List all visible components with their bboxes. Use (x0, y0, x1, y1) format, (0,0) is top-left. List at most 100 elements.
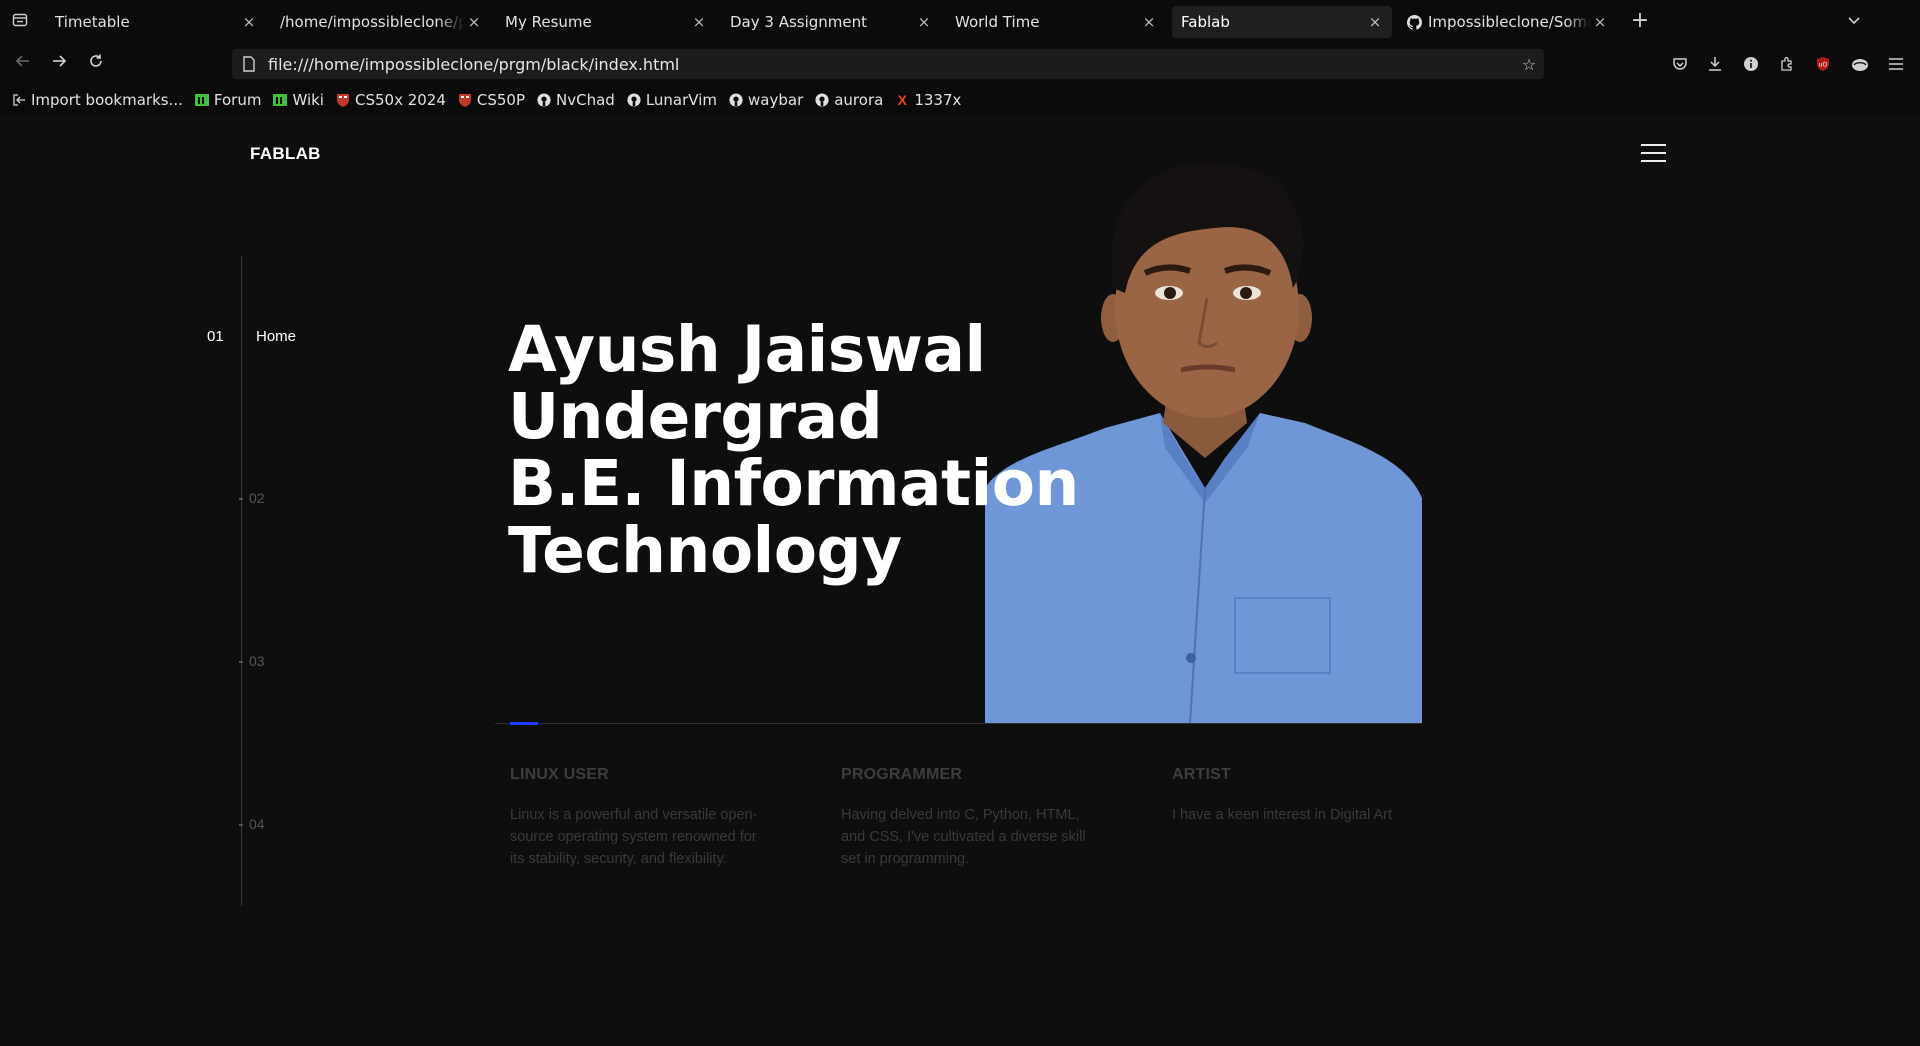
tab-title: Fablab (1181, 13, 1230, 31)
bookmark-label: 1337x (914, 91, 962, 109)
skill-artist: ARTIST I have a keen interest in Digital… (1172, 766, 1432, 826)
reload-icon (90, 54, 102, 67)
tab-timetable[interactable]: Timetable × (46, 6, 266, 38)
arrow-right-icon (53, 55, 67, 67)
downloads-icon[interactable] (1705, 54, 1725, 74)
bookmark-label: CS50x 2024 (354, 91, 446, 109)
github-icon (729, 93, 743, 107)
tab-day3-assignment[interactable]: Day 3 Assignment × (721, 6, 941, 38)
close-icon[interactable]: × (240, 13, 258, 31)
navigation-toolbar: file:///home/impossibleclone/prgm/black/… (0, 44, 1920, 84)
bookmark-nvchad[interactable]: NvChad (537, 91, 615, 109)
slide-nav-dot (239, 824, 243, 826)
page-viewport: FABLAB 01 Home 02 03 04 Ayush Jaiswal Un… (0, 116, 1920, 1046)
bookmark-label: LunarVim (645, 91, 718, 109)
wiki-icon (273, 93, 288, 107)
headline-line-degree: B.E. Information (508, 447, 1079, 520)
harvard-shield-icon (458, 93, 472, 107)
svg-text:uO: uO (1819, 62, 1828, 69)
github-icon (537, 93, 551, 107)
hero-headline: Ayush Jaiswal Undergrad B.E. Information… (508, 316, 1108, 584)
bookmark-label: Wiki (292, 91, 324, 109)
slide-nav-number-03[interactable]: 03 (249, 653, 265, 669)
harvard-shield-icon (336, 93, 350, 107)
tab-github-repo[interactable]: Impossibleclone/Something × (1397, 6, 1617, 38)
tab-title: /home/impossibleclone/prgm (280, 13, 465, 31)
reload-button[interactable] (84, 52, 108, 76)
menu-toggle-button[interactable] (1641, 143, 1666, 163)
bookmark-cs50x[interactable]: CS50x 2024 (336, 91, 446, 109)
new-tab-button[interactable]: + (1628, 10, 1652, 34)
close-icon[interactable]: × (1366, 13, 1384, 31)
slide-nav-line (241, 256, 242, 906)
skill-description: I have a keen interest in Digital Art (1172, 807, 1393, 823)
github-icon (1406, 14, 1422, 30)
bookmark-1337x[interactable]: X 1337x (895, 91, 962, 109)
skill-title: LINUX USER (510, 766, 609, 783)
hamburger-line (1641, 160, 1666, 162)
site-brand[interactable]: FABLAB (250, 144, 321, 164)
app-menu-icon[interactable] (1886, 54, 1906, 74)
forward-button[interactable] (47, 52, 71, 76)
skill-title: ARTIST (1172, 766, 1231, 783)
firefox-view-button[interactable] (10, 12, 30, 32)
headline-line-field: Technology (508, 514, 902, 587)
skill-title: PROGRAMMER (841, 766, 963, 783)
hamburger-line (1641, 144, 1666, 146)
slide-nav-label-home[interactable]: Home (256, 328, 296, 345)
bookmark-aurora[interactable]: aurora (815, 91, 883, 109)
extensions-icon[interactable] (1777, 54, 1797, 74)
slide-nav-number-02[interactable]: 02 (249, 490, 265, 506)
close-icon[interactable]: × (1140, 13, 1158, 31)
page-icon (243, 56, 255, 72)
skill-description: Linux is a powerful and versatile open-s… (510, 807, 758, 867)
bookmark-label: NvChad (556, 91, 615, 109)
tab-title: Day 3 Assignment (730, 13, 868, 31)
bookmark-label: CS50P (476, 91, 526, 109)
bookmark-waybar[interactable]: waybar (729, 91, 803, 109)
tab-world-time[interactable]: World Time × (946, 6, 1166, 38)
bookmark-label: Import bookmarks... (31, 91, 183, 109)
forum-icon (194, 93, 209, 107)
x-icon: X (897, 92, 907, 108)
tab-my-resume[interactable]: My Resume × (496, 6, 716, 38)
tab-title: My Resume (505, 13, 592, 31)
hamburger-line (1641, 152, 1666, 154)
bookmark-cs50p[interactable]: CS50P (458, 91, 525, 109)
arrow-left-icon (15, 55, 29, 67)
bookmark-label: waybar (748, 91, 804, 109)
bookmark-label: aurora (834, 91, 884, 109)
bookmark-import[interactable]: Import bookmarks... (12, 91, 183, 109)
headline-line-role: Undergrad (508, 380, 883, 453)
info-icon[interactable] (1741, 54, 1761, 74)
profile-icon[interactable] (1850, 54, 1870, 74)
bookmark-star-icon[interactable]: ☆ (1514, 55, 1544, 74)
skill-description: Having delved into C, Python, HTML, and … (841, 807, 1086, 867)
slide-progress-fill (510, 722, 538, 725)
bookmark-forum[interactable]: Forum (194, 91, 261, 109)
bookmark-lunarvim[interactable]: LunarVim (627, 91, 717, 109)
bookmark-wiki[interactable]: Wiki (273, 91, 324, 109)
skill-programmer: PROGRAMMER Having delved into C, Python,… (841, 766, 1101, 870)
github-icon (815, 93, 829, 107)
slide-nav-number-01[interactable]: 01 (207, 328, 224, 345)
skill-linux-user: LINUX USER Linux is a powerful and versa… (510, 766, 770, 870)
close-icon[interactable]: × (690, 13, 708, 31)
tab-bar: Timetable × /home/impossibleclone/prgm ×… (0, 0, 1920, 44)
list-all-tabs-button[interactable] (1842, 10, 1866, 34)
url-text[interactable]: file:///home/impossibleclone/prgm/black/… (268, 55, 1514, 74)
chevron-down-icon (1848, 17, 1860, 25)
slide-progress-track (495, 723, 1422, 724)
close-icon[interactable]: × (1591, 13, 1609, 31)
headline-line-name: Ayush Jaiswal (508, 313, 986, 386)
back-button[interactable] (11, 52, 35, 76)
tab-fablab[interactable]: Fablab × (1172, 6, 1392, 38)
ublock-origin-icon[interactable]: uO (1813, 54, 1833, 74)
slide-nav-number-04[interactable]: 04 (249, 816, 265, 832)
tab-home-dir[interactable]: /home/impossibleclone/prgm × (271, 6, 491, 38)
slide-nav-dot (239, 661, 243, 663)
pocket-icon[interactable] (1670, 54, 1690, 74)
close-icon[interactable]: × (915, 13, 933, 31)
close-icon[interactable]: × (465, 13, 483, 31)
address-bar[interactable]: file:///home/impossibleclone/prgm/black/… (232, 49, 1544, 79)
